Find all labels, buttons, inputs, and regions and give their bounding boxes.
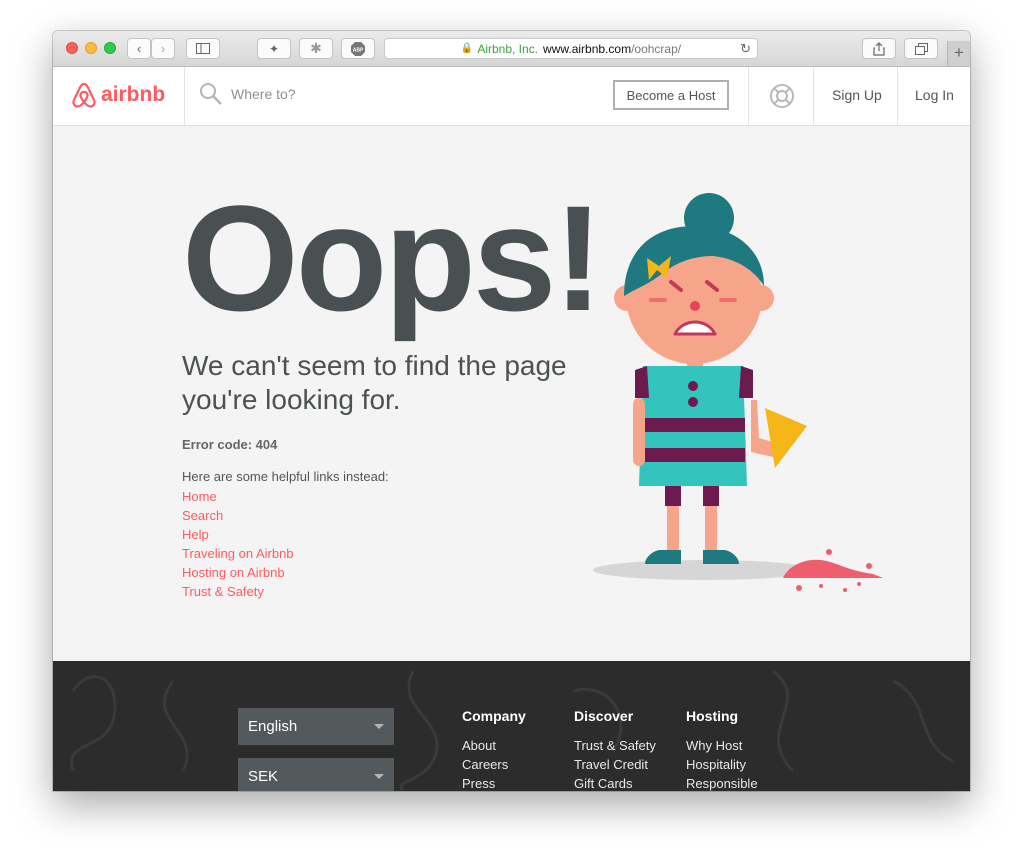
footer-link-careers[interactable]: Careers [462, 755, 526, 774]
link-trust-and-safety[interactable]: Trust & Safety [182, 582, 294, 601]
log-in-link[interactable]: Log In [915, 87, 954, 103]
url-path: /oohcrap/ [631, 41, 682, 56]
tabs-overview-button[interactable] [904, 38, 938, 59]
sad-girl-illustration [593, 193, 883, 592]
sidebar-button[interactable] [186, 38, 220, 59]
url-host: www.airbnb.com [543, 41, 632, 56]
site-footer: English SEK Company About Careers Press … [53, 661, 970, 791]
extension-button[interactable]: ✦ [257, 38, 291, 59]
help-lifebuoy-icon [770, 84, 794, 108]
share-icon [873, 41, 885, 56]
error-headline: Oops! [182, 174, 603, 342]
header-divider [897, 67, 898, 125]
minimize-window-button[interactable] [85, 42, 97, 54]
url-organization: Airbnb, Inc. [477, 41, 539, 56]
forward-icon: › [160, 41, 166, 56]
new-tab-button[interactable]: + [947, 41, 970, 66]
puzzle-icon: ✱ [310, 40, 322, 56]
footer-column-title: Discover [574, 708, 634, 724]
currency-value: SEK [248, 768, 279, 785]
close-window-button[interactable] [66, 42, 78, 54]
site-header: airbnb Where to? Become a Host Sign Up L… [53, 67, 970, 126]
footer-column-company: Company About Careers Press [462, 708, 526, 791]
puzzle-extension-button[interactable]: ✱ [299, 38, 333, 59]
footer-link-about[interactable]: About [462, 736, 526, 755]
browser-window: ‹ › ✦ ✱ ABP 🔒 Airbnb, Inc. www.airbnb.co… [53, 31, 970, 791]
sidebar-icon [196, 43, 210, 54]
lock-icon: 🔒 [460, 43, 474, 54]
become-a-host-button[interactable]: Become a Host [613, 80, 729, 110]
help-button[interactable] [769, 83, 795, 114]
footer-link-hospitality[interactable]: Hospitality [686, 755, 758, 774]
helpful-links-list: Home Search Help Traveling on Airbnb Hos… [182, 487, 294, 601]
footer-column-hosting: Hosting Why Host Hospitality Responsible [686, 708, 758, 791]
footer-column-title: Hosting [686, 708, 739, 724]
error-code: Error code: 404 [182, 437, 278, 452]
sign-up-link[interactable]: Sign Up [832, 87, 882, 103]
header-divider [184, 67, 185, 125]
error-message: We can't seem to find the page you're lo… [182, 350, 567, 415]
footer-link-responsible[interactable]: Responsible [686, 774, 758, 791]
tabs-icon [914, 42, 928, 55]
footer-link-why-host[interactable]: Why Host [686, 736, 758, 755]
chevron-down-icon [374, 774, 384, 779]
link-search[interactable]: Search [182, 506, 294, 525]
zoom-window-button[interactable] [104, 42, 116, 54]
footer-link-trust-safety[interactable]: Trust & Safety [574, 736, 656, 755]
footer-column-title: Company [462, 708, 526, 724]
share-button[interactable] [862, 38, 896, 59]
footer-column-discover: Discover Trust & Safety Travel Credit Gi… [574, 708, 656, 791]
back-button[interactable]: ‹ [127, 38, 151, 59]
header-divider [813, 67, 814, 125]
airbnb-belo-icon [72, 82, 96, 108]
language-value: English [248, 718, 298, 735]
svg-text:ABP: ABP [353, 47, 364, 53]
extension-icon: ✦ [268, 41, 280, 56]
currency-select[interactable]: SEK [238, 758, 394, 791]
search-field[interactable]: Where to? [199, 82, 296, 106]
footer-link-gift-cards[interactable]: Gift Cards [574, 774, 656, 791]
search-placeholder: Where to? [231, 86, 296, 102]
header-divider [748, 67, 749, 125]
browser-toolbar: ‹ › ✦ ✱ ABP 🔒 Airbnb, Inc. www.airbnb.co… [53, 31, 970, 67]
chevron-down-icon [374, 724, 384, 729]
footer-link-press[interactable]: Press [462, 774, 526, 791]
abp-icon: ABP [351, 41, 365, 56]
back-icon: ‹ [136, 41, 142, 56]
footer-link-travel-credit[interactable]: Travel Credit [574, 755, 656, 774]
link-help[interactable]: Help [182, 525, 294, 544]
search-icon [200, 83, 222, 105]
adblock-button[interactable]: ABP [341, 38, 375, 59]
link-home[interactable]: Home [182, 487, 294, 506]
logo-wordmark: airbnb [101, 83, 166, 106]
language-select[interactable]: English [238, 708, 394, 745]
forward-button[interactable]: › [151, 38, 175, 59]
airbnb-logo[interactable]: airbnb [71, 81, 165, 109]
address-bar[interactable]: 🔒 Airbnb, Inc. www.airbnb.com/oohcrap/ ↻ [384, 38, 758, 59]
link-traveling-on-airbnb[interactable]: Traveling on Airbnb [182, 544, 294, 563]
link-hosting-on-airbnb[interactable]: Hosting on Airbnb [182, 563, 294, 582]
reload-icon[interactable]: ↻ [740, 41, 751, 57]
helpful-links-intro: Here are some helpful links instead: [182, 469, 389, 484]
